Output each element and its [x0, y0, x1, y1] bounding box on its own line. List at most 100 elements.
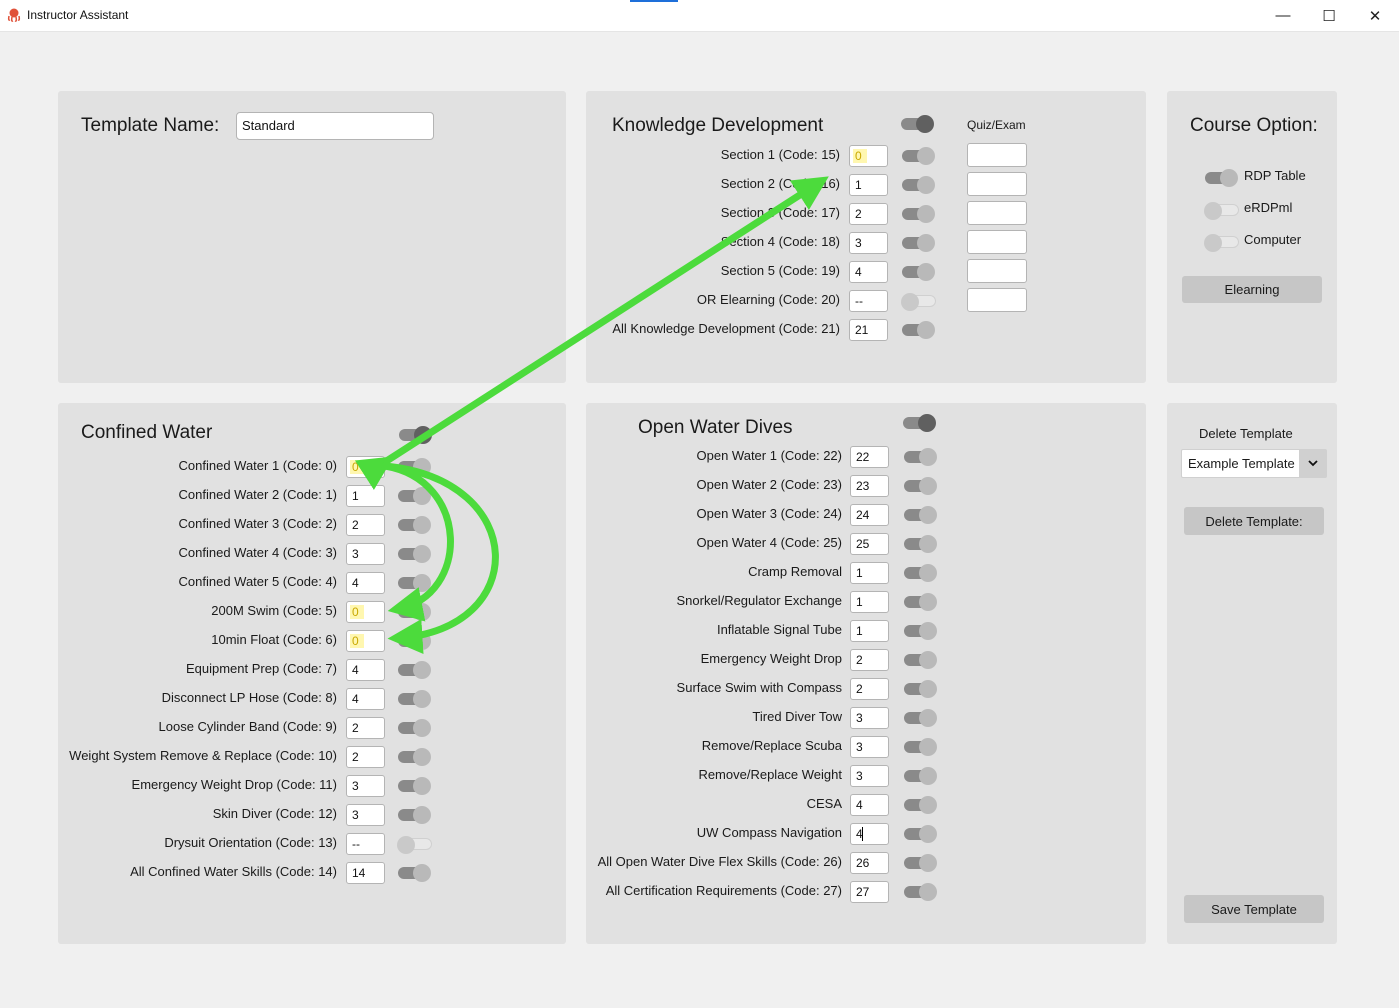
cw-row-toggle[interactable]: [398, 603, 431, 621]
open-water-master-toggle[interactable]: [903, 414, 936, 432]
ow-row-toggle[interactable]: [904, 448, 937, 466]
toggle-knob: [413, 487, 431, 505]
cw-row-order-input[interactable]: 2: [346, 746, 385, 768]
kd-row-toggle[interactable]: [902, 234, 935, 252]
kd-row-toggle[interactable]: [901, 293, 936, 311]
ow-row-toggle[interactable]: [904, 825, 937, 843]
ow-row-order-input[interactable]: 2: [850, 678, 889, 700]
ow-row-toggle[interactable]: [904, 767, 937, 785]
cw-row-toggle[interactable]: [398, 516, 431, 534]
kd-row-order-input[interactable]: 4: [849, 261, 888, 283]
ow-row-order-input[interactable]: 4: [850, 823, 889, 845]
knowledge-master-toggle[interactable]: [901, 115, 934, 133]
cw-row-order-input[interactable]: 3: [346, 543, 385, 565]
cw-row-order-input[interactable]: 4: [346, 659, 385, 681]
kd-row-order-input[interactable]: 0: [849, 145, 888, 167]
quiz-exam-input[interactable]: [967, 259, 1027, 283]
cw-row-order-input[interactable]: 1: [346, 485, 385, 507]
quiz-exam-input[interactable]: [967, 143, 1027, 167]
cw-row-order-input[interactable]: 2: [346, 514, 385, 536]
cw-row-toggle[interactable]: [398, 661, 431, 679]
ow-row-order-input[interactable]: 23: [850, 475, 889, 497]
ow-row-toggle[interactable]: [904, 680, 937, 698]
kd-row-toggle[interactable]: [902, 176, 935, 194]
cw-row-order-input[interactable]: --: [346, 833, 385, 855]
toggle-knob: [919, 796, 937, 814]
cw-row-toggle[interactable]: [398, 748, 431, 766]
ow-row-toggle[interactable]: [904, 622, 937, 640]
chevron-down-icon[interactable]: [1299, 450, 1326, 477]
ow-row-order-input[interactable]: 25: [850, 533, 889, 555]
quiz-exam-input[interactable]: [967, 201, 1027, 225]
ow-row-order-input[interactable]: 3: [850, 765, 889, 787]
cw-row-toggle[interactable]: [398, 574, 431, 592]
ow-row-order-input[interactable]: 1: [850, 620, 889, 642]
ow-row-order-input[interactable]: 2: [850, 649, 889, 671]
ow-row-toggle[interactable]: [904, 506, 937, 524]
ow-row-toggle[interactable]: [904, 883, 937, 901]
elearning-button[interactable]: Elearning: [1182, 276, 1322, 303]
ow-row-order-input[interactable]: 1: [850, 562, 889, 584]
ow-row-toggle[interactable]: [904, 477, 937, 495]
cw-row-order-input[interactable]: 4: [346, 688, 385, 710]
ow-row-order-input[interactable]: 3: [850, 736, 889, 758]
quiz-exam-input[interactable]: [967, 172, 1027, 196]
kd-row-toggle[interactable]: [902, 205, 935, 223]
kd-row-order-input[interactable]: 1: [849, 174, 888, 196]
cw-row-toggle[interactable]: [398, 806, 431, 824]
confined-master-toggle[interactable]: [399, 426, 432, 444]
kd-row-order-input[interactable]: 21: [849, 319, 888, 341]
ow-row-order-input[interactable]: 22: [850, 446, 889, 468]
cw-row-order-input[interactable]: 0: [346, 630, 385, 652]
ow-row-toggle[interactable]: [904, 709, 937, 727]
delete-template-button[interactable]: Delete Template:: [1184, 507, 1324, 535]
template-name-input[interactable]: Standard: [236, 112, 434, 140]
ow-row-order-input[interactable]: 1: [850, 591, 889, 613]
cw-row-order-input[interactable]: 3: [346, 775, 385, 797]
ow-row-toggle[interactable]: [904, 593, 937, 611]
ow-row-order-input[interactable]: 24: [850, 504, 889, 526]
cw-row-toggle[interactable]: [398, 545, 431, 563]
cw-row-order-input[interactable]: 0: [346, 456, 385, 478]
kd-row-toggle[interactable]: [902, 321, 935, 339]
cw-row-order-input[interactable]: 14: [346, 862, 385, 884]
cw-row-toggle[interactable]: [398, 690, 431, 708]
cw-row-toggle[interactable]: [398, 777, 431, 795]
ow-row-toggle[interactable]: [904, 738, 937, 756]
cw-row-toggle[interactable]: [397, 836, 432, 854]
ow-row-order-input[interactable]: 3: [850, 707, 889, 729]
maximize-button[interactable]: ☐: [1306, 0, 1352, 31]
cw-row-toggle[interactable]: [398, 487, 431, 505]
ow-row-toggle[interactable]: [904, 564, 937, 582]
kd-row-toggle[interactable]: [902, 263, 935, 281]
kd-row-order-input[interactable]: 2: [849, 203, 888, 225]
course-option-toggle[interactable]: [1205, 169, 1238, 187]
cw-row-order-input[interactable]: 2: [346, 717, 385, 739]
ow-row-order-input[interactable]: 27: [850, 881, 889, 903]
ow-row-toggle[interactable]: [904, 796, 937, 814]
cw-row-toggle[interactable]: [398, 458, 431, 476]
cw-row-toggle[interactable]: [398, 632, 431, 650]
cw-row-order-input[interactable]: 3: [346, 804, 385, 826]
kd-row-order-input[interactable]: 3: [849, 232, 888, 254]
course-option-toggle[interactable]: [1204, 234, 1239, 252]
template-select[interactable]: Example Template: [1181, 449, 1327, 478]
ow-row-toggle[interactable]: [904, 535, 937, 553]
ow-row-toggle[interactable]: [904, 854, 937, 872]
cw-row-toggle[interactable]: [398, 719, 431, 737]
save-template-button[interactable]: Save Template: [1184, 895, 1324, 923]
ow-row-label: Snorkel/Regulator Exchange: [676, 593, 843, 608]
course-option-toggle[interactable]: [1204, 202, 1239, 220]
quiz-exam-input[interactable]: [967, 230, 1027, 254]
cw-row-toggle[interactable]: [398, 864, 431, 882]
close-button[interactable]: ✕: [1352, 0, 1398, 31]
kd-row-order-input[interactable]: --: [849, 290, 888, 312]
cw-row-order-input[interactable]: 0: [346, 601, 385, 623]
quiz-exam-input[interactable]: [967, 288, 1027, 312]
kd-row-toggle[interactable]: [902, 147, 935, 165]
ow-row-order-input[interactable]: 26: [850, 852, 889, 874]
ow-row-order-input[interactable]: 4: [850, 794, 889, 816]
cw-row-order-input[interactable]: 4: [346, 572, 385, 594]
ow-row-toggle[interactable]: [904, 651, 937, 669]
minimize-button[interactable]: —: [1260, 0, 1306, 31]
